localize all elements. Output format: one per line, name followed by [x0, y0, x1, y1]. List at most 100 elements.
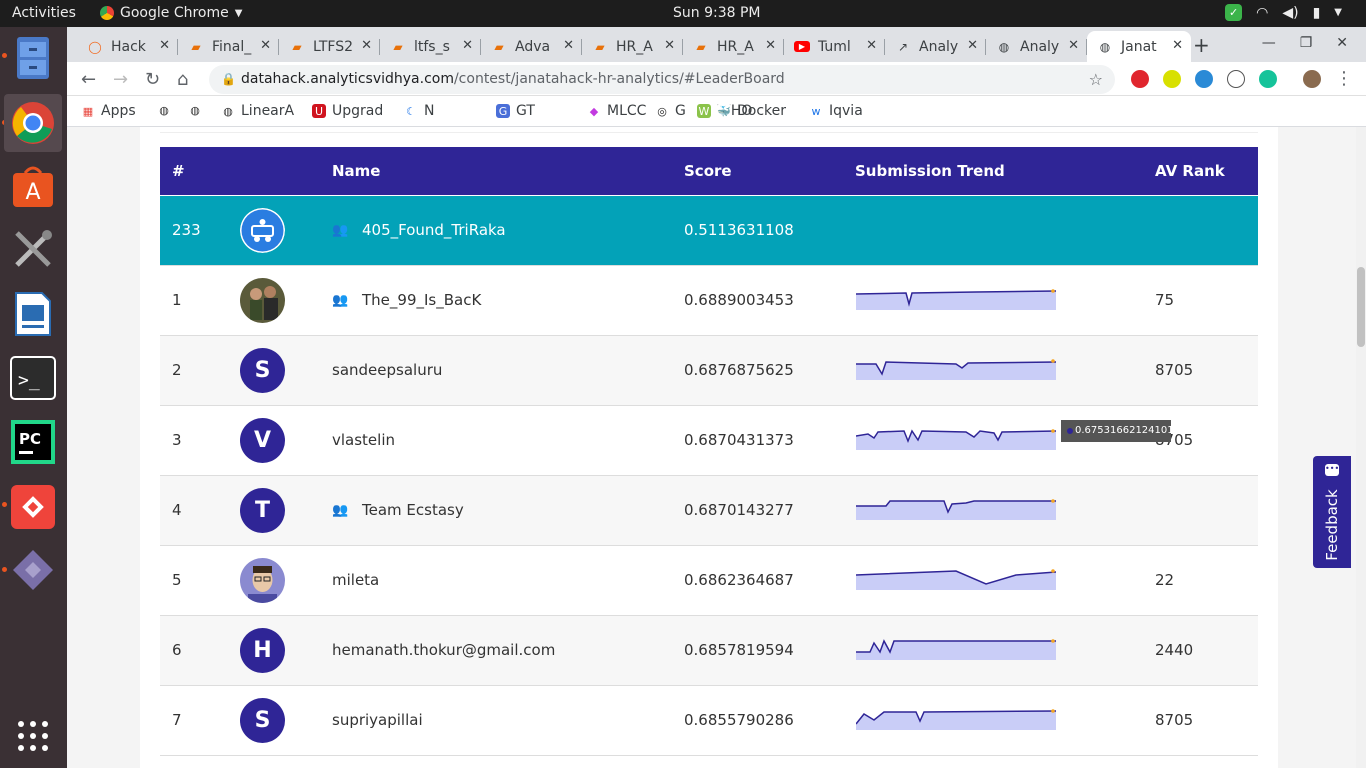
extension-play-icon[interactable] — [1163, 70, 1181, 88]
virtualbox-icon[interactable] — [4, 541, 62, 599]
terminal-icon[interactable]: >_ — [4, 349, 62, 407]
avatar[interactable] — [240, 278, 285, 323]
avatar[interactable]: V — [240, 418, 285, 463]
tools-icon[interactable] — [4, 220, 62, 278]
bookmark-4[interactable]: ◍ LinearA — [221, 103, 294, 119]
bookmark-8[interactable]: ◆ MLCC — [587, 103, 646, 119]
tab-close-icon[interactable]: ✕ — [159, 38, 170, 53]
system-tray[interactable]: ✓ ◠ ◀) ▮ ▼ — [1225, 4, 1342, 21]
tab-10[interactable]: ◍ Analy ✕ — [986, 31, 1087, 62]
tab-4[interactable]: ▰ ltfs_s ✕ — [380, 31, 481, 62]
bookmark-label: Apps — [101, 103, 136, 119]
tab-8[interactable]: ▶ Tuml ✕ — [784, 31, 885, 62]
maximize-icon[interactable]: ❐ — [1300, 35, 1313, 51]
avatar[interactable] — [240, 208, 285, 253]
scrollbar-thumb[interactable] — [1357, 267, 1365, 347]
menu-dots-icon[interactable]: ⋮ — [1335, 68, 1353, 89]
row-name[interactable]: vlastelin — [332, 431, 395, 449]
tab-close-icon[interactable]: ✕ — [866, 38, 877, 53]
row-name[interactable]: mileta — [332, 571, 379, 589]
bookmark-3[interactable]: ◍ — [188, 103, 208, 117]
tab-close-icon[interactable]: ✕ — [260, 38, 271, 53]
tab-7[interactable]: ▰ HR_A ✕ — [683, 31, 784, 62]
tab-close-icon[interactable]: ✕ — [563, 38, 574, 53]
tab-close-icon[interactable]: ✕ — [1068, 38, 1079, 53]
bookmark-7[interactable]: G GT — [496, 103, 535, 119]
bookmark-1[interactable]: ▦ Apps — [81, 103, 136, 119]
writer-icon[interactable] — [4, 285, 62, 343]
reload-icon[interactable]: ↻ — [145, 69, 160, 90]
submission-trend-sparkline[interactable] — [855, 564, 1057, 598]
avatar[interactable]: S — [240, 348, 285, 393]
bookmark-star-icon[interactable]: ☆ — [1089, 65, 1103, 94]
tab-1[interactable]: ◯ Hack ✕ — [77, 31, 178, 62]
bookmark-11[interactable]: 🐳 Docker — [717, 103, 786, 119]
row-name[interactable]: The_99_Is_BacK — [362, 291, 481, 309]
home-icon[interactable]: ⌂ — [177, 69, 188, 90]
tab-close-icon[interactable]: ✕ — [967, 38, 978, 53]
submission-trend-sparkline[interactable] — [856, 494, 1056, 528]
wifi-icon[interactable]: ◠ — [1256, 5, 1268, 21]
clock[interactable]: Sun 9:38 PM — [673, 5, 761, 21]
app-menu[interactable]: Google Chrome ▼ — [100, 5, 242, 21]
submission-trend-sparkline[interactable] — [856, 354, 1057, 388]
battery-icon[interactable]: ▮ — [1313, 5, 1321, 21]
check-icon[interactable]: ✓ — [1225, 4, 1243, 21]
avatar[interactable] — [240, 558, 285, 603]
tab-11[interactable]: ◍ Janat ✕ — [1087, 31, 1191, 62]
bookmark-9[interactable]: ◎ G — [655, 103, 686, 119]
header-name: Name — [332, 162, 381, 180]
submission-trend-sparkline[interactable] — [855, 704, 1057, 738]
page-scrollbar[interactable] — [1356, 127, 1366, 768]
new-tab-button[interactable]: + — [1193, 33, 1210, 57]
lock-icon[interactable]: 🔒 — [221, 65, 236, 94]
extension-globe-icon[interactable] — [1195, 70, 1213, 88]
bookmark-6[interactable]: ☾ N — [404, 103, 434, 119]
tab-close-icon[interactable]: ✕ — [1172, 38, 1183, 53]
activities-button[interactable]: Activities — [12, 5, 76, 21]
submission-trend-sparkline[interactable] — [855, 424, 1057, 458]
row-name[interactable]: 405_Found_TriRaka — [362, 221, 506, 239]
tab-9[interactable]: ↗ Analy ✕ — [885, 31, 986, 62]
row-name[interactable]: Team Ecstasy — [362, 501, 464, 519]
tab-5[interactable]: ▰ Adva ✕ — [481, 31, 582, 62]
chevron-down-icon[interactable]: ▼ — [1334, 7, 1342, 18]
row-name[interactable]: sandeepsaluru — [332, 361, 442, 379]
avatar[interactable]: H — [240, 628, 285, 673]
close-icon[interactable]: ✕ — [1336, 35, 1348, 51]
chrome-icon[interactable] — [4, 94, 62, 152]
bookmark-12[interactable]: w Iqvia — [809, 103, 863, 119]
bookmark-5[interactable]: U Upgrad — [312, 103, 383, 119]
url-input[interactable]: 🔒 datahack.analyticsvidhya.com/contest/j… — [209, 65, 1115, 94]
submission-trend-sparkline[interactable] — [856, 634, 1056, 668]
tab-close-icon[interactable]: ✕ — [664, 38, 675, 53]
show-apps-icon[interactable] — [4, 707, 62, 765]
avatar[interactable]: S — [240, 698, 285, 743]
tab-2[interactable]: ▰ Final_ ✕ — [178, 31, 279, 62]
feedback-button[interactable]: ••• Feedback — [1313, 456, 1351, 568]
extension-badge-icon[interactable] — [1131, 70, 1149, 88]
bookmark-2[interactable]: ◍ — [157, 103, 177, 117]
profile-avatar[interactable] — [1303, 70, 1321, 88]
pycharm-icon[interactable]: PC — [4, 413, 62, 471]
grammarly-icon[interactable] — [1259, 70, 1277, 88]
extension-code-icon[interactable] — [1227, 70, 1245, 88]
file-cabinet-icon[interactable] — [4, 29, 62, 87]
tab-close-icon[interactable]: ✕ — [765, 38, 776, 53]
row-name[interactable]: hemanath.thokur@gmail.com — [332, 641, 555, 659]
tab-3[interactable]: ▰ LTFS2 ✕ — [279, 31, 380, 62]
anydesk-icon[interactable] — [4, 478, 62, 536]
submission-trend-sparkline[interactable] — [855, 284, 1057, 318]
software-center-icon[interactable]: A — [4, 158, 62, 216]
minimize-icon[interactable]: — — [1262, 35, 1276, 51]
tab-6[interactable]: ▰ HR_A ✕ — [582, 31, 683, 62]
forward-icon[interactable]: → — [113, 69, 128, 90]
avatar[interactable]: T — [240, 488, 285, 533]
back-icon[interactable]: ← — [81, 69, 96, 90]
tab-5-icon: ▰ — [494, 39, 504, 54]
tab-close-icon[interactable]: ✕ — [361, 38, 372, 53]
row-name[interactable]: supriyapillai — [332, 711, 423, 729]
volume-icon[interactable]: ◀) — [1282, 5, 1298, 21]
tab-close-icon[interactable]: ✕ — [462, 38, 473, 53]
bookmark-9-icon: ◎ — [655, 104, 669, 118]
